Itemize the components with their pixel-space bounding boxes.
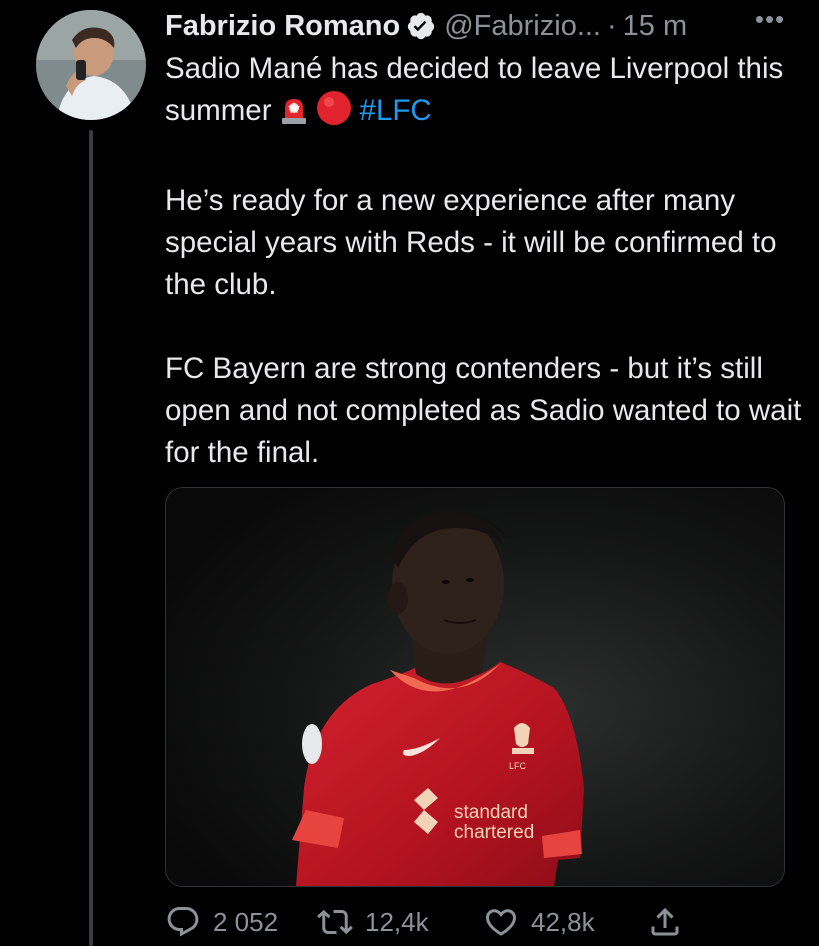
reply-icon [167,907,199,937]
tweet-paragraph-3: FC Bayern are strong contenders - but it… [165,352,802,469]
hashtag-link[interactable]: #LFC [360,94,432,127]
tweet-media-photo[interactable]: LFC standard chartered [165,487,785,887]
reply-button[interactable]: 2 052 [165,900,278,944]
shirt-sponsor-line-1: standard [454,802,528,823]
author-name[interactable]: Fabrizio Romano [165,10,400,43]
more-icon[interactable]: ••• [750,6,790,38]
avatar-image [36,10,146,120]
separator-dot: · [607,9,617,42]
red-circle-emoji-icon [316,90,352,138]
tweet-header: Fabrizio Romano @Fabrizio... · 15 m [165,6,687,46]
like-icon [485,909,517,936]
tweet-paragraph-1: Sadio Mané has decided to leave Liverpoo… [165,48,805,138]
avatar[interactable] [36,10,146,120]
retweet-icon [317,909,353,935]
reply-count: 2 052 [213,906,279,937]
verified-badge-icon [406,11,436,41]
author-handle[interactable]: @Fabrizio... [444,10,601,43]
like-button[interactable]: 42,8k [483,900,595,944]
player-photo: LFC standard chartered [166,488,784,886]
share-button[interactable] [647,900,695,944]
shirt-sponsor-line-2: chartered [454,822,534,843]
retweet-count: 12,4k [365,906,429,937]
share-icon [651,907,679,936]
tweet-paragraph-2: He’s ready for a new experience after ma… [165,184,777,301]
tweet-paragraph-1-text: Sadio Mané has decided to leave Liverpoo… [165,52,784,127]
action-bar: 2 052 12,4k 42,8k [165,900,785,944]
thread-line [89,130,93,946]
tweet[interactable]: Fabrizio Romano @Fabrizio... · 15 m ••• … [0,0,819,946]
like-count: 42,8k [531,906,595,937]
retweet-button[interactable]: 12,4k [317,900,429,944]
tweet-text: Sadio Mané has decided to leave Liverpoo… [165,48,805,474]
timestamp[interactable]: 15 m [623,10,687,43]
crest-text: LFC [509,761,527,771]
siren-emoji-icon [278,94,310,138]
